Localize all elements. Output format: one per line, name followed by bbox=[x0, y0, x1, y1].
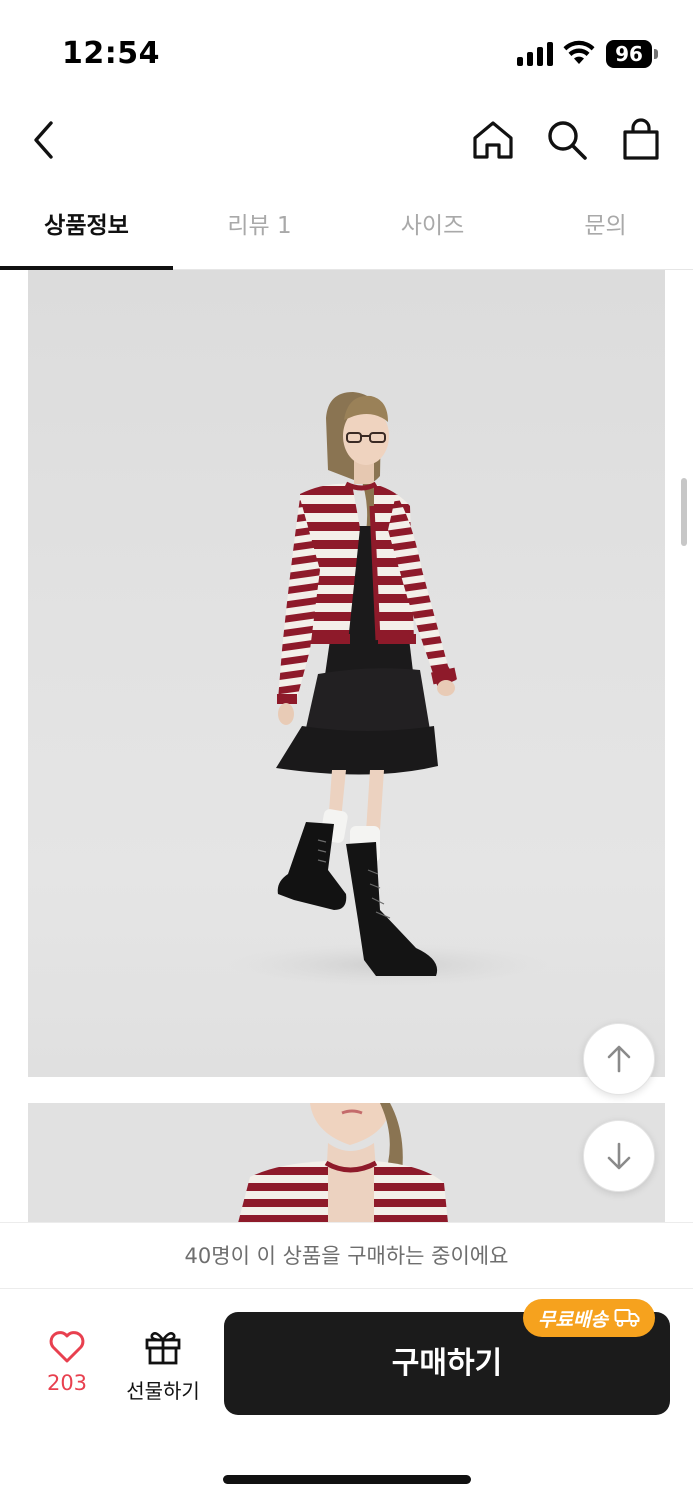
arrow-up-icon bbox=[607, 1045, 631, 1073]
gift-label: 선물하기 bbox=[126, 1379, 200, 1403]
scroll-up-button[interactable] bbox=[583, 1023, 655, 1095]
home-icon bbox=[473, 121, 513, 159]
chevron-left-icon bbox=[34, 121, 53, 159]
cart-button[interactable] bbox=[615, 114, 667, 166]
heart-icon bbox=[49, 1331, 85, 1363]
delivery-truck-icon bbox=[614, 1309, 640, 1327]
product-detail-screen: 12:54 96 상품정보 리뷰 1 사이즈 문의 40명이 이 상품을 구매하… bbox=[0, 0, 693, 1500]
back-button[interactable] bbox=[18, 114, 70, 166]
tab-reviews[interactable]: 리뷰 1 bbox=[173, 186, 346, 270]
scrollbar[interactable] bbox=[681, 478, 687, 546]
bottom-action-bar: 203 선물하기 구매하기 무료배송 bbox=[0, 1289, 693, 1429]
tab-product-info[interactable]: 상품정보 bbox=[0, 186, 173, 270]
top-navigation bbox=[0, 100, 693, 180]
like-button[interactable]: 203 bbox=[30, 1331, 104, 1401]
arrow-down-icon bbox=[607, 1142, 631, 1170]
buying-now-notice: 40명이 이 상품을 구매하는 중이에요 bbox=[0, 1222, 693, 1289]
battery-icon: 96 bbox=[606, 40, 658, 68]
status-bar: 12:54 96 bbox=[0, 0, 693, 100]
home-indicator[interactable] bbox=[223, 1475, 471, 1484]
free-shipping-label: 무료배송 bbox=[538, 1308, 608, 1331]
shopping-bag-icon bbox=[623, 118, 659, 160]
like-count: 203 bbox=[46, 1371, 88, 1395]
tab-size[interactable]: 사이즈 bbox=[346, 186, 519, 270]
search-icon bbox=[548, 121, 587, 160]
tab-inquiry[interactable]: 문의 bbox=[519, 186, 692, 270]
product-image-full-body[interactable] bbox=[28, 270, 665, 1077]
gift-icon bbox=[145, 1332, 181, 1365]
product-tabs: 상품정보 리뷰 1 사이즈 문의 bbox=[0, 186, 693, 270]
wifi-icon bbox=[563, 40, 595, 64]
home-button[interactable] bbox=[467, 114, 519, 166]
status-time: 12:54 bbox=[62, 36, 160, 71]
free-shipping-badge: 무료배송 bbox=[523, 1299, 655, 1337]
search-button[interactable] bbox=[541, 114, 593, 166]
detail-illustration bbox=[238, 1103, 448, 1223]
model-illustration bbox=[228, 392, 548, 987]
battery-level: 96 bbox=[606, 40, 652, 68]
product-image-detail[interactable] bbox=[28, 1103, 665, 1223]
cellular-signal-icon bbox=[517, 42, 553, 66]
scroll-down-button[interactable] bbox=[583, 1120, 655, 1192]
gift-button[interactable]: 선물하기 bbox=[118, 1329, 208, 1403]
